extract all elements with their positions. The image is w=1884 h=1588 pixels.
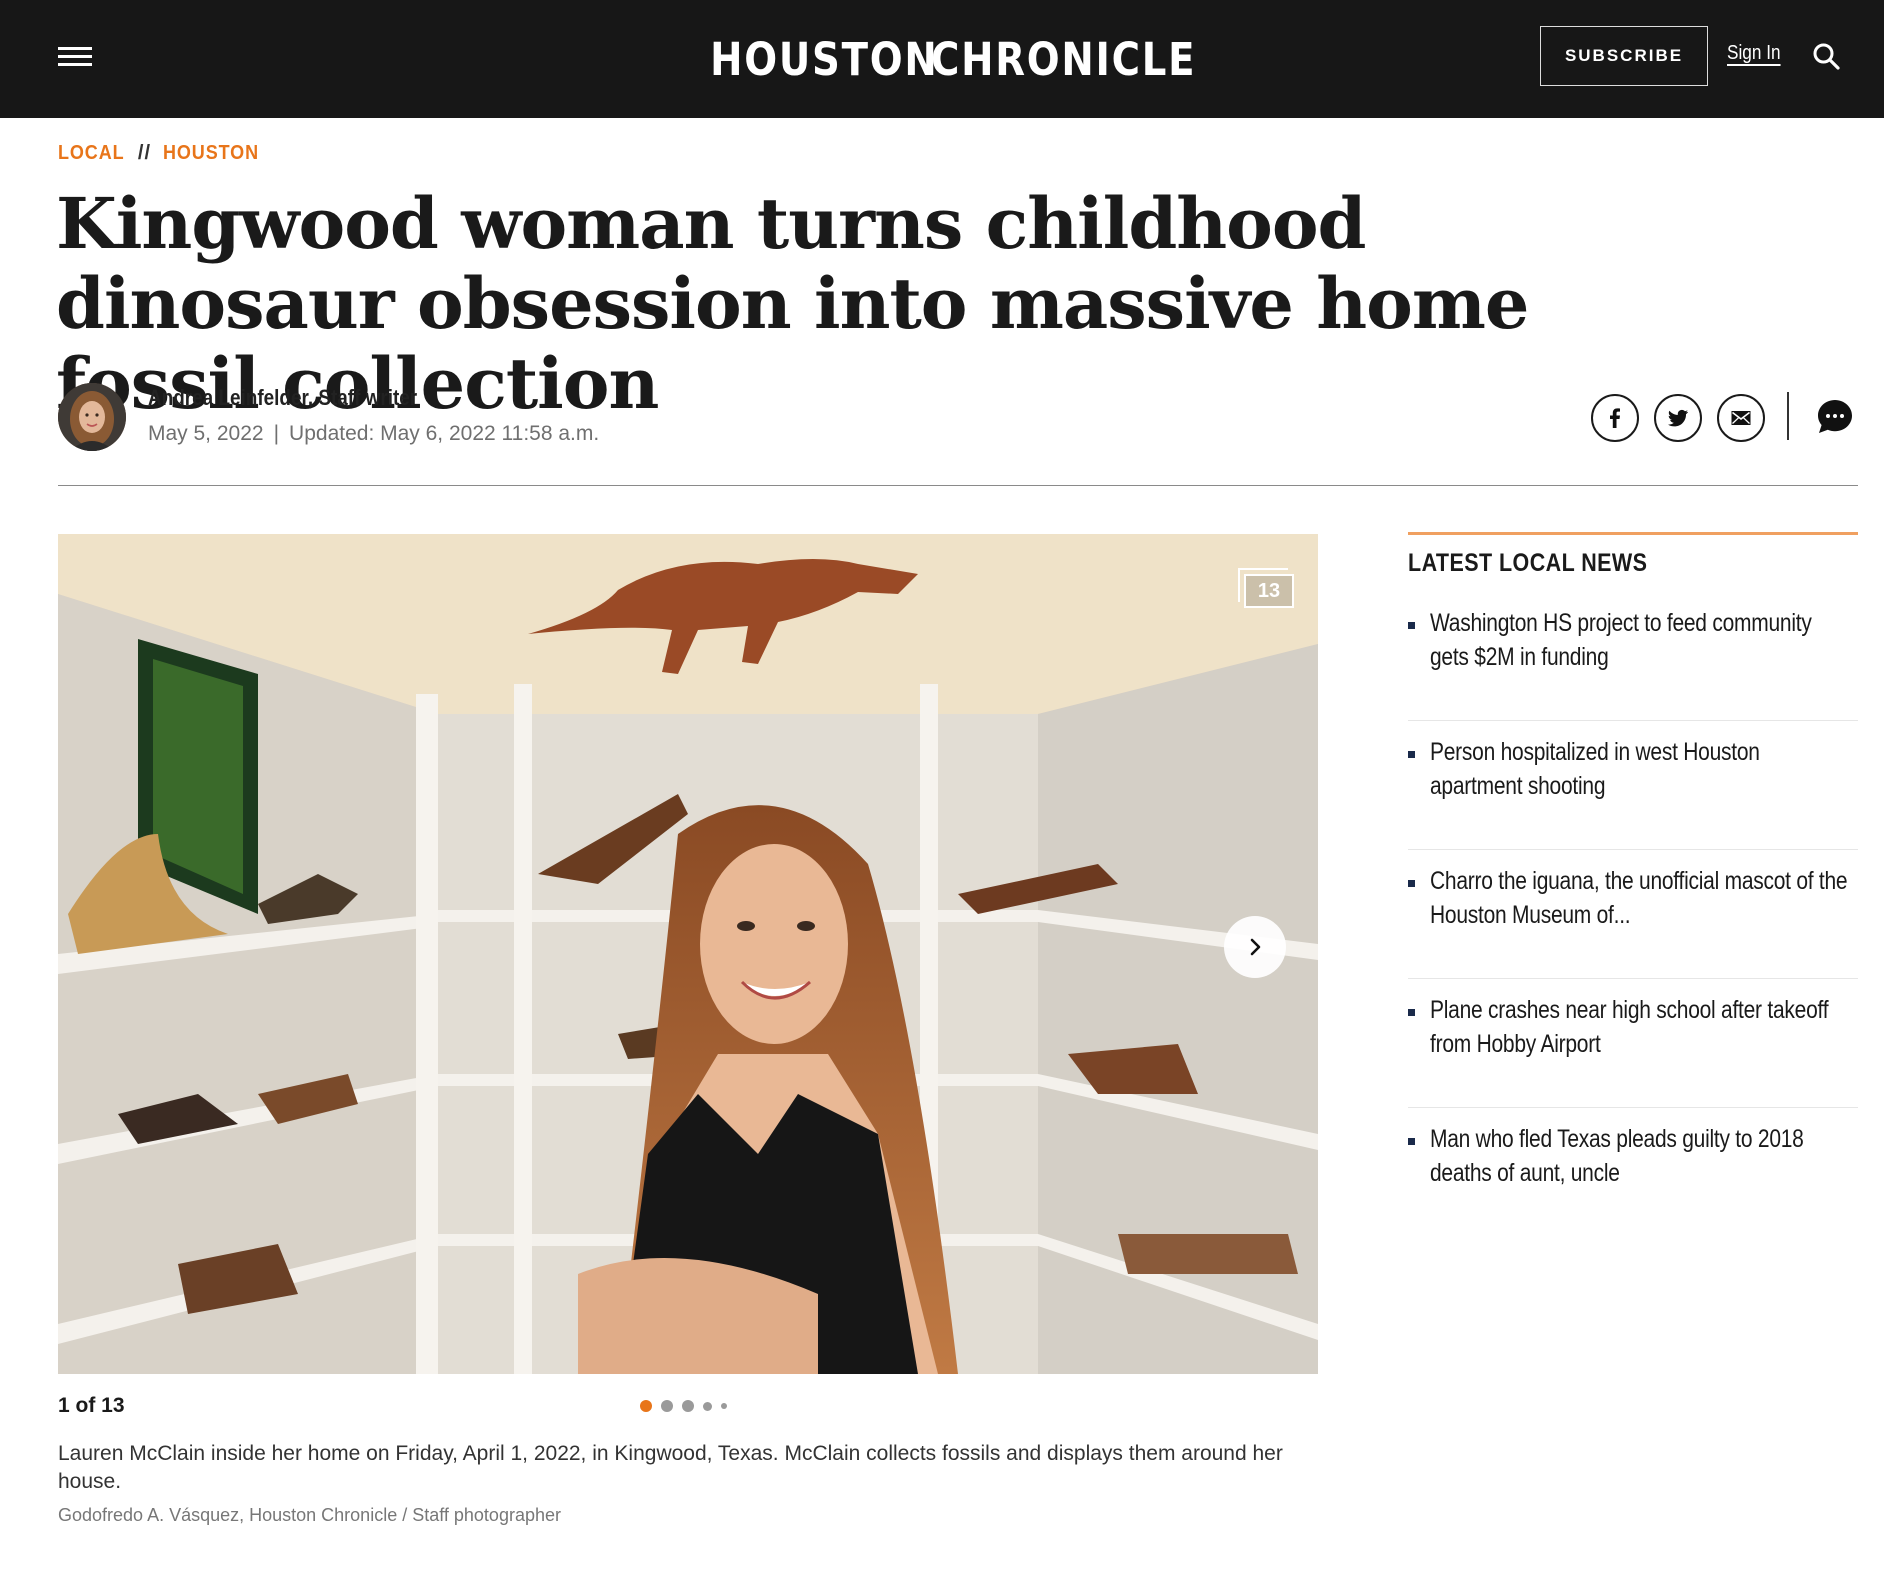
date-separator: | bbox=[273, 422, 280, 445]
site-header: HOUSTON CHRONICLE SUBSCRIBE Sign In bbox=[0, 0, 1884, 118]
share-twitter-button[interactable] bbox=[1654, 394, 1702, 442]
bullet-icon bbox=[1408, 1009, 1415, 1016]
author-photo bbox=[58, 383, 126, 451]
news-item-title[interactable]: Charro the iguana, the unofficial mascot… bbox=[1430, 864, 1850, 932]
latest-local-news: LATEST LOCAL NEWS Washington HS project … bbox=[1408, 532, 1858, 1237]
search-icon[interactable] bbox=[1812, 42, 1840, 70]
fossil-room-photo bbox=[58, 534, 1318, 1374]
share-facebook-button[interactable] bbox=[1591, 394, 1639, 442]
published-date: May 5, 2022 bbox=[148, 422, 264, 445]
sidebar-accent-rule bbox=[1408, 532, 1858, 535]
gallery-dot[interactable] bbox=[721, 1403, 727, 1409]
gallery-photo[interactable]: 13 bbox=[58, 534, 1318, 1374]
author-avatar[interactable] bbox=[58, 383, 126, 451]
news-item-title[interactable]: Man who fled Texas pleads guilty to 2018… bbox=[1430, 1122, 1850, 1190]
news-item[interactable]: Man who fled Texas pleads guilty to 2018… bbox=[1408, 1108, 1858, 1237]
updated-date: Updated: May 6, 2022 11:58 a.m. bbox=[289, 422, 600, 445]
subscribe-button[interactable]: SUBSCRIBE bbox=[1540, 26, 1708, 86]
photo-credit: Godofredo A. Vásquez, Houston Chronicle … bbox=[58, 1505, 561, 1525]
news-item[interactable]: Plane crashes near high school after tak… bbox=[1408, 979, 1858, 1108]
comment-icon[interactable] bbox=[1816, 398, 1854, 436]
news-list: Washington HS project to feed community … bbox=[1408, 592, 1858, 1237]
news-item-title[interactable]: Person hospitalized in west Houston apar… bbox=[1430, 735, 1850, 803]
bullet-icon bbox=[1408, 622, 1415, 629]
logo-text-chronicle: CHRONICLE bbox=[930, 32, 1196, 86]
site-logo[interactable]: HOUSTON CHRONICLE bbox=[710, 28, 1196, 90]
email-icon bbox=[1731, 411, 1751, 425]
breadcrumb: LOCAL // HOUSTON bbox=[58, 142, 270, 165]
gallery-position: 1 of 13 bbox=[58, 1394, 125, 1417]
gallery-next-button[interactable] bbox=[1224, 916, 1286, 978]
news-item-title[interactable]: Plane crashes near high school after tak… bbox=[1430, 993, 1850, 1061]
gallery-dot[interactable] bbox=[661, 1400, 673, 1412]
breadcrumb-houston-link[interactable]: HOUSTON bbox=[163, 142, 259, 165]
facebook-icon bbox=[1610, 408, 1620, 428]
chevron-right-icon bbox=[1250, 938, 1261, 956]
twitter-icon bbox=[1668, 409, 1688, 427]
breadcrumb-local-link[interactable]: LOCAL bbox=[58, 142, 125, 165]
author-link[interactable]: Andrea Leinfelder, Staff writer bbox=[148, 385, 417, 410]
gallery-dots bbox=[640, 1400, 727, 1412]
gallery-dot[interactable] bbox=[640, 1400, 652, 1412]
article-dates: May 5, 2022 | Updated: May 6, 2022 11:58 a… bbox=[148, 422, 599, 446]
news-item[interactable]: Charro the iguana, the unofficial mascot… bbox=[1408, 850, 1858, 979]
sign-in-link[interactable]: Sign In bbox=[1727, 42, 1781, 65]
gallery-count: 13 bbox=[1244, 574, 1294, 608]
news-item[interactable]: Person hospitalized in west Houston apar… bbox=[1408, 721, 1858, 850]
bullet-icon bbox=[1408, 751, 1415, 758]
sidebar-title: LATEST LOCAL NEWS bbox=[1408, 549, 1648, 577]
logo-text-houston: HOUSTON bbox=[710, 32, 939, 86]
breadcrumb-separator: // bbox=[137, 142, 152, 164]
gallery-dot[interactable] bbox=[703, 1401, 712, 1411]
bullet-icon bbox=[1408, 880, 1415, 887]
news-item[interactable]: Washington HS project to feed community … bbox=[1408, 592, 1858, 721]
news-item-title[interactable]: Washington HS project to feed community … bbox=[1430, 606, 1850, 674]
gallery-dot[interactable] bbox=[682, 1400, 694, 1412]
bullet-icon bbox=[1408, 1138, 1415, 1145]
share-divider bbox=[1787, 392, 1789, 440]
share-email-button[interactable] bbox=[1717, 394, 1765, 442]
photo-caption: Lauren McClain inside her home on Friday… bbox=[58, 1442, 1283, 1493]
byline-divider bbox=[58, 485, 1858, 486]
author-name: Andrea Leinfelder, Staff writer bbox=[148, 385, 417, 411]
gallery-count-badge[interactable]: 13 bbox=[1238, 568, 1294, 608]
hamburger-menu-icon[interactable] bbox=[58, 44, 92, 68]
